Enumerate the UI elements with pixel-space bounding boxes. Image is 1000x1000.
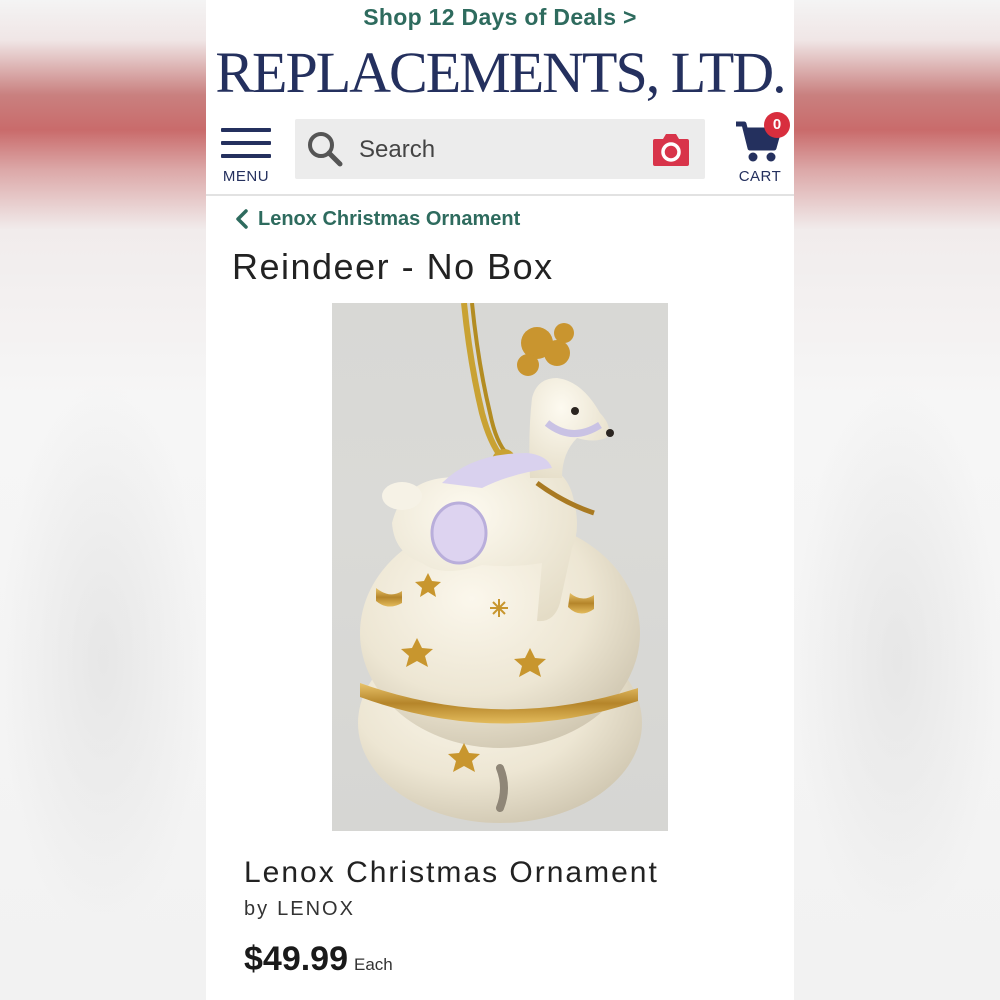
header-divider <box>206 194 794 196</box>
ornament-illustration <box>358 303 642 823</box>
brand-prefix: by <box>244 898 270 920</box>
search-icon <box>308 132 343 167</box>
price-unit: Each <box>354 955 393 974</box>
menu-button[interactable]: MENU <box>220 128 272 186</box>
search-input[interactable] <box>357 131 641 169</box>
site-logo[interactable]: REPLACEMENTS, LTD. <box>206 40 794 106</box>
brand-name[interactable]: LENOX <box>277 898 355 921</box>
chevron-left-icon <box>236 209 248 229</box>
product-brand: by LENOX <box>244 898 355 921</box>
menu-icon <box>221 128 271 160</box>
breadcrumb-back-link[interactable]: Lenox Christmas Ornament <box>234 204 520 234</box>
search-bar[interactable] <box>295 119 705 179</box>
page-title: Reindeer - No Box <box>232 246 554 287</box>
breadcrumb-label: Lenox Christmas Ornament <box>258 207 521 230</box>
product-image[interactable] <box>332 303 668 831</box>
product-name: Lenox Christmas Ornament <box>244 856 659 889</box>
promo-banner-link[interactable]: Shop 12 Days of Deals > <box>206 0 794 34</box>
cart-label: CART <box>738 168 782 185</box>
background-blur-left <box>0 0 206 1000</box>
product-price: $49.99 <box>244 940 348 978</box>
cart-button[interactable]: 0 CART <box>730 112 790 188</box>
menu-label: MENU <box>222 168 270 185</box>
background-blur-right <box>794 0 1000 1000</box>
price-row: $49.99 Each <box>244 940 393 979</box>
cart-count-badge: 0 <box>764 112 790 138</box>
camera-icon[interactable] <box>651 130 691 168</box>
mobile-page: Shop 12 Days of Deals > REPLACEMENTS, LT… <box>206 0 794 1000</box>
